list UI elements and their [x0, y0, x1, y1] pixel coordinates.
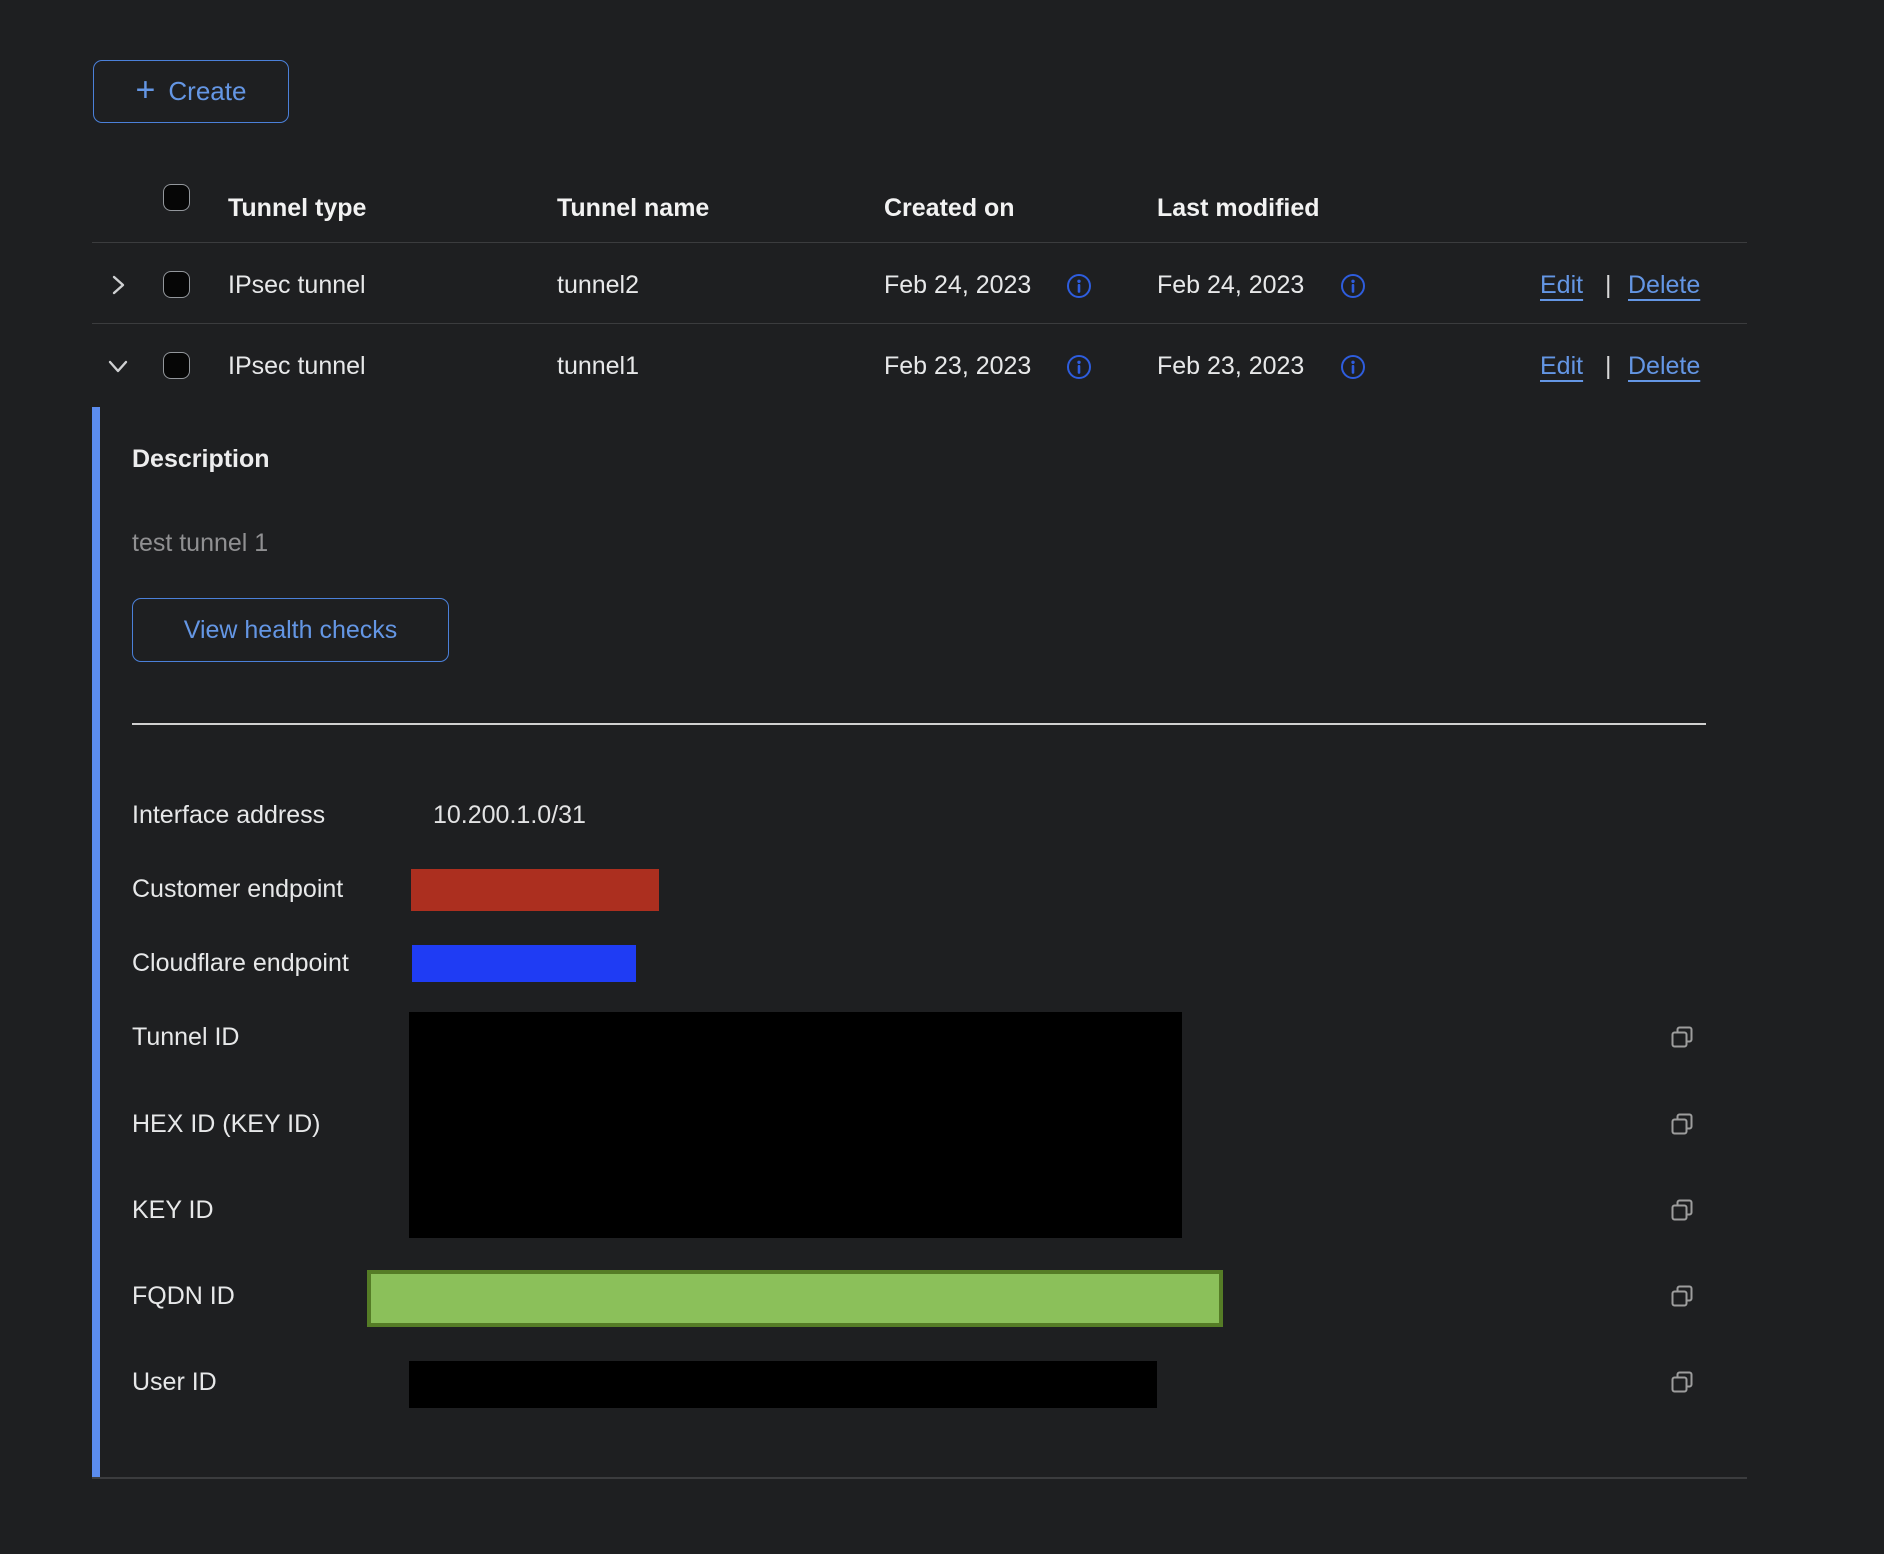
tunnel-name-cell: tunnel1 — [557, 352, 639, 380]
info-icon[interactable] — [1066, 354, 1092, 385]
expanded-row-accent-bar — [92, 407, 100, 1478]
action-separator: | — [1605, 271, 1612, 299]
copy-icon[interactable] — [1668, 1196, 1696, 1229]
table-bottom-divider — [92, 1477, 1747, 1479]
create-button[interactable]: + Create — [93, 60, 289, 123]
user-id-label: User ID — [132, 1367, 217, 1397]
user-id-redaction — [409, 1361, 1157, 1408]
column-header-tunnel-type: Tunnel type — [228, 194, 366, 222]
select-all-checkbox[interactable] — [163, 184, 190, 211]
hex-id-label: HEX ID (KEY ID) — [132, 1109, 320, 1139]
created-on-cell: Feb 23, 2023 — [884, 352, 1031, 380]
interface-address-value: 10.200.1.0/31 — [433, 800, 586, 830]
section-divider — [132, 723, 1706, 725]
copy-icon[interactable] — [1668, 1023, 1696, 1056]
chevron-right-icon[interactable] — [104, 271, 132, 304]
cloudflare-endpoint-label: Cloudflare endpoint — [132, 948, 349, 978]
cloudflare-endpoint-redaction — [412, 945, 636, 982]
tunnel-type-cell: IPsec tunnel — [228, 352, 366, 380]
fqdn-id-label: FQDN ID — [132, 1281, 235, 1311]
tunnels-page: + Create Tunnel type Tunnel name Created… — [0, 0, 1884, 1554]
tunnel-id-label: Tunnel ID — [132, 1022, 239, 1052]
row-checkbox[interactable] — [163, 271, 190, 298]
column-header-created-on: Created on — [884, 194, 1015, 222]
last-modified-cell: Feb 23, 2023 — [1157, 352, 1304, 380]
view-health-checks-button[interactable]: View health checks — [132, 598, 449, 662]
ids-redaction-block — [409, 1012, 1182, 1238]
column-header-tunnel-name: Tunnel name — [557, 194, 709, 222]
delete-link[interactable]: Delete — [1628, 352, 1700, 380]
delete-link[interactable]: Delete — [1628, 271, 1700, 299]
copy-icon[interactable] — [1668, 1368, 1696, 1401]
row-checkbox[interactable] — [163, 352, 190, 379]
header-divider — [92, 242, 1747, 243]
info-icon[interactable] — [1340, 273, 1366, 304]
info-icon[interactable] — [1340, 354, 1366, 385]
edit-link[interactable]: Edit — [1540, 271, 1583, 299]
description-heading: Description — [132, 444, 270, 474]
fqdn-id-redaction — [367, 1270, 1223, 1327]
row-divider — [92, 323, 1747, 324]
description-value: test tunnel 1 — [132, 528, 268, 558]
chevron-down-icon[interactable] — [104, 352, 132, 385]
view-health-checks-label: View health checks — [184, 616, 398, 645]
edit-link[interactable]: Edit — [1540, 352, 1583, 380]
info-icon[interactable] — [1066, 273, 1092, 304]
key-id-label: KEY ID — [132, 1195, 214, 1225]
customer-endpoint-redaction — [411, 869, 659, 911]
tunnel-name-cell: tunnel2 — [557, 271, 639, 299]
customer-endpoint-label: Customer endpoint — [132, 874, 343, 904]
tunnel-type-cell: IPsec tunnel — [228, 271, 366, 299]
create-button-label: Create — [168, 76, 246, 107]
created-on-cell: Feb 24, 2023 — [884, 271, 1031, 299]
copy-icon[interactable] — [1668, 1282, 1696, 1315]
column-header-last-modified: Last modified — [1157, 194, 1320, 222]
plus-icon: + — [136, 73, 156, 107]
action-separator: | — [1605, 352, 1612, 380]
last-modified-cell: Feb 24, 2023 — [1157, 271, 1304, 299]
interface-address-label: Interface address — [132, 800, 325, 830]
copy-icon[interactable] — [1668, 1110, 1696, 1143]
